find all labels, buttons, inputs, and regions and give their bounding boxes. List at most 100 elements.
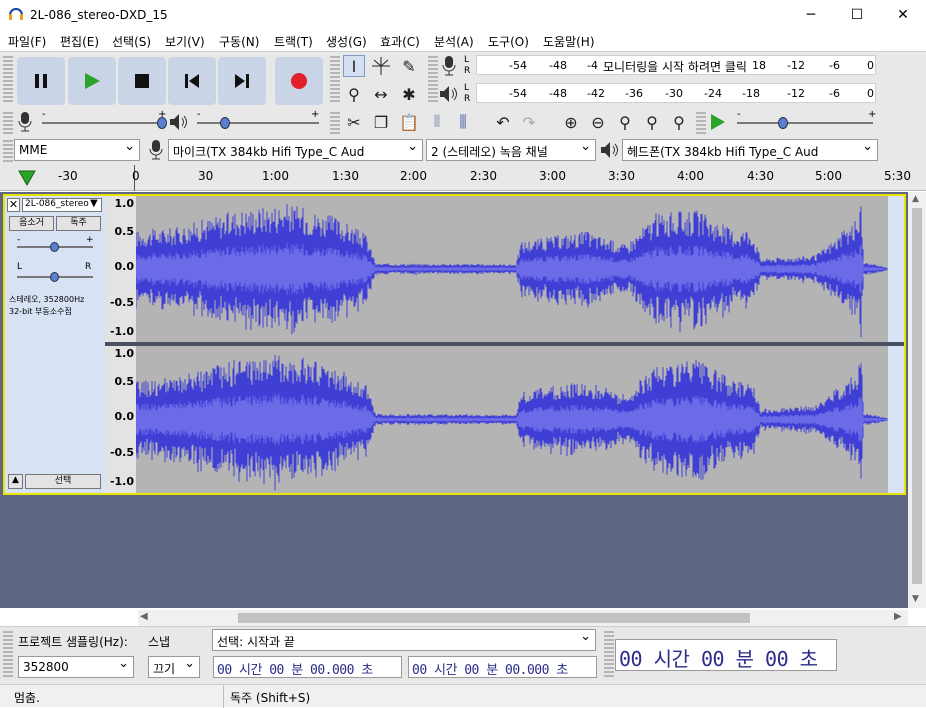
status-text: 멈춤. (14, 691, 40, 705)
waveform-left-channel[interactable] (136, 196, 888, 342)
vertical-scroll-thumb[interactable] (912, 208, 922, 584)
skip-end-button[interactable] (218, 57, 266, 105)
envelope-tool-icon[interactable] (370, 55, 392, 77)
channel-right-scale[interactable]: 1.0 0.5 0.0 -0.5 -1.0 (105, 346, 138, 493)
pan-thumb[interactable] (50, 272, 59, 282)
play-button[interactable] (68, 57, 116, 105)
track-close-button[interactable]: ✕ (7, 198, 20, 212)
play-speed-thumb[interactable] (778, 117, 788, 129)
vertical-scrollbar[interactable]: ▲ ▼ (908, 192, 926, 608)
device-grip[interactable] (3, 140, 13, 162)
scroll-left-icon[interactable]: ◀ (140, 611, 148, 622)
skip-start-button[interactable] (168, 57, 216, 105)
fit-project-icon[interactable]: ⚲ (641, 111, 663, 133)
ruler-tick-label: 5:00 (815, 169, 842, 183)
pause-button[interactable] (17, 57, 65, 105)
multi-tool-icon[interactable]: ✱ (398, 83, 420, 105)
zoom-tool-icon[interactable]: ⚲ (343, 83, 365, 105)
edit-grip[interactable] (330, 112, 340, 134)
horizontal-scroll-thumb[interactable] (238, 613, 750, 623)
paste-icon[interactable]: 📋 (398, 111, 420, 133)
menu-effect[interactable]: 효과(C) (380, 33, 420, 50)
scroll-right-icon[interactable]: ▶ (894, 611, 902, 622)
selection-end-time[interactable]: 00 시간 00 분 00.000 초 (408, 656, 597, 678)
cut-icon[interactable]: ✂ (343, 111, 365, 133)
menu-tracks[interactable]: 트랙(T) (274, 33, 313, 50)
play-at-speed-grip[interactable] (696, 112, 706, 134)
playback-volume-slider[interactable] (197, 122, 319, 124)
playback-device-select[interactable]: 헤드폰(TX 384kb Hifi Type_C Aud (622, 139, 878, 161)
menu-generate[interactable]: 생성(G) (326, 33, 367, 50)
redo-icon[interactable]: ↷ (518, 111, 540, 133)
zoom-out-icon[interactable]: ⊖ (587, 111, 609, 133)
channel-left-scale[interactable]: 1.0 0.5 0.0 -0.5 -1.0 (105, 196, 138, 342)
menu-file[interactable]: 파일(F) (8, 33, 46, 50)
menu-help[interactable]: 도움말(H) (543, 33, 595, 50)
record-volume-thumb[interactable] (157, 117, 167, 129)
amplitude-scale-label: -0.5 (109, 296, 134, 309)
meter-grip[interactable] (428, 56, 438, 104)
menu-view[interactable]: 보기(V) (165, 33, 205, 50)
menu-transport[interactable]: 구동(N) (219, 33, 259, 50)
play-speed-slider[interactable] (737, 122, 873, 124)
recording-device-select[interactable]: 마이크(TX 384kb Hifi Type_C Aud (168, 139, 423, 161)
zoom-in-icon[interactable]: ⊕ (560, 111, 582, 133)
timeshift-tool-icon[interactable]: ↔ (370, 83, 392, 105)
recording-channels-select[interactable]: 2 (스테레오) 녹음 채널 (426, 139, 596, 161)
maximize-button[interactable]: ☐ (834, 0, 880, 30)
scroll-down-icon[interactable]: ▼ (912, 594, 919, 604)
solo-button[interactable]: 독주 (56, 216, 101, 231)
playback-volume-thumb[interactable] (220, 117, 230, 129)
horizontal-scrollbar[interactable]: ◀ ▶ (138, 610, 908, 626)
menu-edit[interactable]: 편집(E) (60, 33, 99, 50)
gain-thumb[interactable] (50, 242, 59, 252)
record-meter-prompt[interactable]: 모니터링을 시작 하려면 클릭 (603, 58, 747, 75)
draw-tool-icon[interactable]: ✎ (398, 55, 420, 77)
audio-position-time[interactable]: 00 시간 00 분 00 초 (615, 639, 837, 671)
fit-selection-icon[interactable]: ⚲ (614, 111, 636, 133)
waveform-right-channel[interactable] (136, 346, 888, 493)
selection-mode-select[interactable]: 선택: 시작과 끝 (212, 629, 596, 651)
stop-button[interactable] (118, 57, 166, 105)
selection-tool-icon[interactable]: I (343, 55, 365, 77)
timeline-options-icon[interactable] (18, 170, 36, 186)
collapse-track-icon[interactable]: ▲ (8, 474, 23, 489)
selection-start-time[interactable]: 00 시간 00 분 00.000 초 (213, 656, 402, 678)
meter-tick: -18 (742, 87, 760, 100)
amplitude-scale-label: 0.5 (114, 225, 135, 238)
toolbar-grip[interactable] (3, 56, 13, 104)
selection-grip[interactable] (3, 631, 13, 679)
zoom-toggle-icon[interactable]: ⚲ (668, 111, 690, 133)
silence-audio-icon[interactable]: ⫼ (452, 111, 474, 133)
scroll-up-icon[interactable]: ▲ (912, 194, 919, 204)
close-button[interactable]: ✕ (880, 0, 926, 30)
menu-select[interactable]: 선택(S) (112, 33, 151, 50)
audio-host-select[interactable]: MME (14, 139, 140, 161)
record-icon (291, 73, 307, 89)
menu-tools[interactable]: 도구(O) (488, 33, 529, 50)
mixer-grip[interactable] (3, 112, 13, 134)
audio-track[interactable]: ✕ 2L-086_stereo ▼ 음소거 독주 - + L R 스테레오, 3… (3, 194, 906, 495)
record-meter-mic-icon[interactable] (438, 55, 460, 77)
time-grip[interactable] (604, 631, 614, 679)
record-button[interactable] (275, 57, 323, 105)
play-meter[interactable]: -54 -48 -42 -36 -30 -24 -18 -12 -6 0 (476, 83, 876, 103)
menu-analyze[interactable]: 분석(A) (434, 33, 474, 50)
copy-icon[interactable]: ❐ (370, 111, 392, 133)
select-track-button[interactable]: 선택 (25, 474, 101, 489)
ruler-tick-label: 4:30 (747, 169, 774, 183)
play-at-speed-icon[interactable] (707, 111, 729, 133)
trim-audio-icon[interactable]: ⫴ (426, 111, 448, 133)
tools-grip[interactable] (330, 56, 340, 104)
minimize-button[interactable]: ─ (788, 0, 834, 30)
timeline-ruler[interactable]: -30 0 30 1:00 1:30 2:00 2:30 3:00 3:30 4:00 4:30 5:… (0, 165, 926, 191)
play-meter-speaker-icon[interactable] (438, 83, 460, 105)
snap-select[interactable]: 끄기 (148, 656, 200, 678)
track-menu-arrow-icon[interactable]: ▼ (90, 198, 98, 209)
pause-icon (35, 74, 47, 88)
mute-button[interactable]: 음소거 (9, 216, 54, 231)
record-meter[interactable]: -54 -48 -4 모니터링을 시작 하려면 클릭 18 -12 -6 0 (476, 55, 876, 75)
undo-icon[interactable]: ↶ (492, 111, 514, 133)
record-volume-slider[interactable] (42, 122, 164, 124)
project-rate-select[interactable]: 352800 (18, 656, 134, 678)
